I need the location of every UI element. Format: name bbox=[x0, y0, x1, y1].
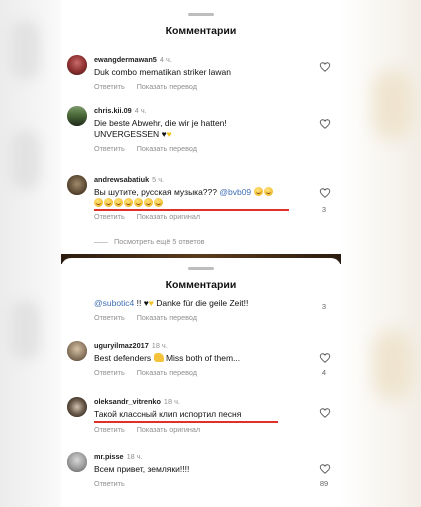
yellow-heart-icon: ♥ bbox=[148, 298, 154, 308]
view-more-replies[interactable]: Посмотреть ещё 5 ответов bbox=[94, 237, 205, 246]
like-count: 4 bbox=[321, 368, 327, 377]
avatar[interactable] bbox=[67, 341, 87, 361]
heart-icon[interactable] bbox=[319, 118, 331, 130]
comment-text-main: Danke für die geile Zeit!! bbox=[156, 298, 249, 308]
underline-annotation bbox=[94, 421, 278, 423]
comment-time: 4 ч. bbox=[159, 55, 172, 64]
comment-time: 4 ч. bbox=[134, 106, 147, 115]
smile-emoji-icon bbox=[124, 198, 133, 207]
sheet: Комментарии @subotic4 !! ♥♥ Danke für di… bbox=[61, 258, 341, 507]
comment-username[interactable]: ewangdermawan5 bbox=[94, 55, 157, 64]
comments-sheet-top: Комментарии ewangdermawan5 4 ч. Duk combo… bbox=[61, 0, 341, 254]
smile-emoji-icon bbox=[253, 187, 263, 196]
underline-annotation bbox=[94, 209, 289, 211]
avatar[interactable] bbox=[67, 106, 87, 126]
comment-time: 18 ч. bbox=[151, 341, 168, 350]
comment-text-main: Вы шутите, русская музыка??? bbox=[94, 187, 217, 197]
show-original-button[interactable]: Показать оригинал bbox=[137, 425, 200, 434]
sheet: Комментарии ewangdermawan5 4 ч. Duk combo… bbox=[61, 4, 341, 254]
comment-text: @subotic4 !! ♥♥ Danke für die geile Zeit… bbox=[94, 298, 249, 308]
comment-time: 18 ч. bbox=[126, 452, 143, 461]
smile-emoji-icon bbox=[154, 198, 163, 207]
reply-button[interactable]: Ответить bbox=[94, 144, 125, 153]
comment-text: Best defenders Miss both of them... bbox=[94, 353, 311, 364]
smile-emoji-icon bbox=[263, 187, 273, 196]
drag-handle[interactable] bbox=[188, 267, 214, 270]
smile-emoji-icon bbox=[104, 198, 113, 207]
heart-icon[interactable] bbox=[319, 463, 331, 475]
show-original-button[interactable]: Показать оригинал bbox=[137, 212, 200, 221]
reply-button[interactable]: Ответить bbox=[94, 479, 125, 488]
comment-text: Duk combo mematikan striker lawan bbox=[94, 67, 231, 77]
translate-button[interactable]: Показать перевод bbox=[137, 313, 197, 322]
avatar[interactable] bbox=[67, 55, 87, 75]
reply-button[interactable]: Ответить bbox=[94, 368, 125, 377]
comment-username[interactable]: oleksandr_vitrenko bbox=[94, 397, 161, 406]
comment-time: 18 ч. bbox=[163, 397, 180, 406]
smile-emoji-icon bbox=[94, 198, 103, 207]
heart-icon[interactable] bbox=[319, 187, 331, 199]
avatar[interactable] bbox=[67, 397, 87, 417]
reply-button[interactable]: Ответить bbox=[94, 82, 125, 91]
comment-text-line: UNVERGESSEN bbox=[94, 129, 160, 139]
translate-button[interactable]: Показать перевод bbox=[137, 82, 197, 91]
drag-handle[interactable] bbox=[188, 13, 214, 16]
yellow-heart-icon: ♥ bbox=[166, 129, 172, 139]
background-blur-right bbox=[341, 0, 421, 507]
comments-sheet-bottom: Комментарии @subotic4 !! ♥♥ Danke für di… bbox=[61, 254, 341, 507]
heart-icon[interactable] bbox=[319, 352, 331, 364]
like-count: 3 bbox=[321, 302, 327, 311]
comment-username[interactable]: uguryilmaz2017 bbox=[94, 341, 149, 350]
comment-username[interactable]: andrewsabatiuk bbox=[94, 175, 149, 184]
like-count: 3 bbox=[321, 205, 327, 214]
heart-icon[interactable] bbox=[319, 407, 331, 419]
heart-icon[interactable] bbox=[319, 61, 331, 73]
clap-emoji-icon bbox=[153, 353, 164, 362]
comment-text-main: Miss both of them... bbox=[165, 353, 241, 363]
sheet-title: Комментарии bbox=[165, 279, 237, 291]
mention-link[interactable]: @bvb09 bbox=[219, 187, 251, 197]
comment-text-line: Die beste Abwehr, die wir je hatten! bbox=[94, 118, 227, 128]
reply-button[interactable]: Ответить bbox=[94, 313, 125, 322]
smile-emoji-icon bbox=[144, 198, 153, 207]
smile-emoji-icon bbox=[114, 198, 123, 207]
translate-button[interactable]: Показать перевод bbox=[137, 144, 197, 153]
comment-text: Die beste Abwehr, die wir je hatten! UNV… bbox=[94, 118, 311, 140]
view-more-label[interactable]: Посмотреть ещё 5 ответов bbox=[114, 237, 205, 246]
comment-text: Вы шутите, русская музыка??? @bvb09 bbox=[94, 187, 311, 209]
mention-link[interactable]: @subotic4 bbox=[94, 298, 134, 308]
comment-time: 5 ч. bbox=[152, 175, 165, 184]
background-blur-left bbox=[0, 0, 61, 507]
comment-text: Такой классный клип испортил песня bbox=[94, 409, 242, 419]
avatar[interactable] bbox=[67, 175, 87, 195]
reply-button[interactable]: Ответить bbox=[94, 212, 125, 221]
avatar[interactable] bbox=[67, 452, 87, 472]
reply-button[interactable]: Ответить bbox=[94, 425, 125, 434]
comment-text-main: Best defenders bbox=[94, 353, 152, 363]
like-count: 89 bbox=[319, 479, 329, 488]
comment-username[interactable]: chris.kii.09 bbox=[94, 106, 132, 115]
smile-emoji-icon bbox=[134, 198, 143, 207]
translate-button[interactable]: Показать перевод bbox=[137, 368, 197, 377]
comment-username[interactable]: mr.pisse bbox=[94, 452, 124, 461]
sheet-title: Комментарии bbox=[165, 25, 237, 37]
comment-text: Всем привет, земляки!!!! bbox=[94, 464, 190, 474]
